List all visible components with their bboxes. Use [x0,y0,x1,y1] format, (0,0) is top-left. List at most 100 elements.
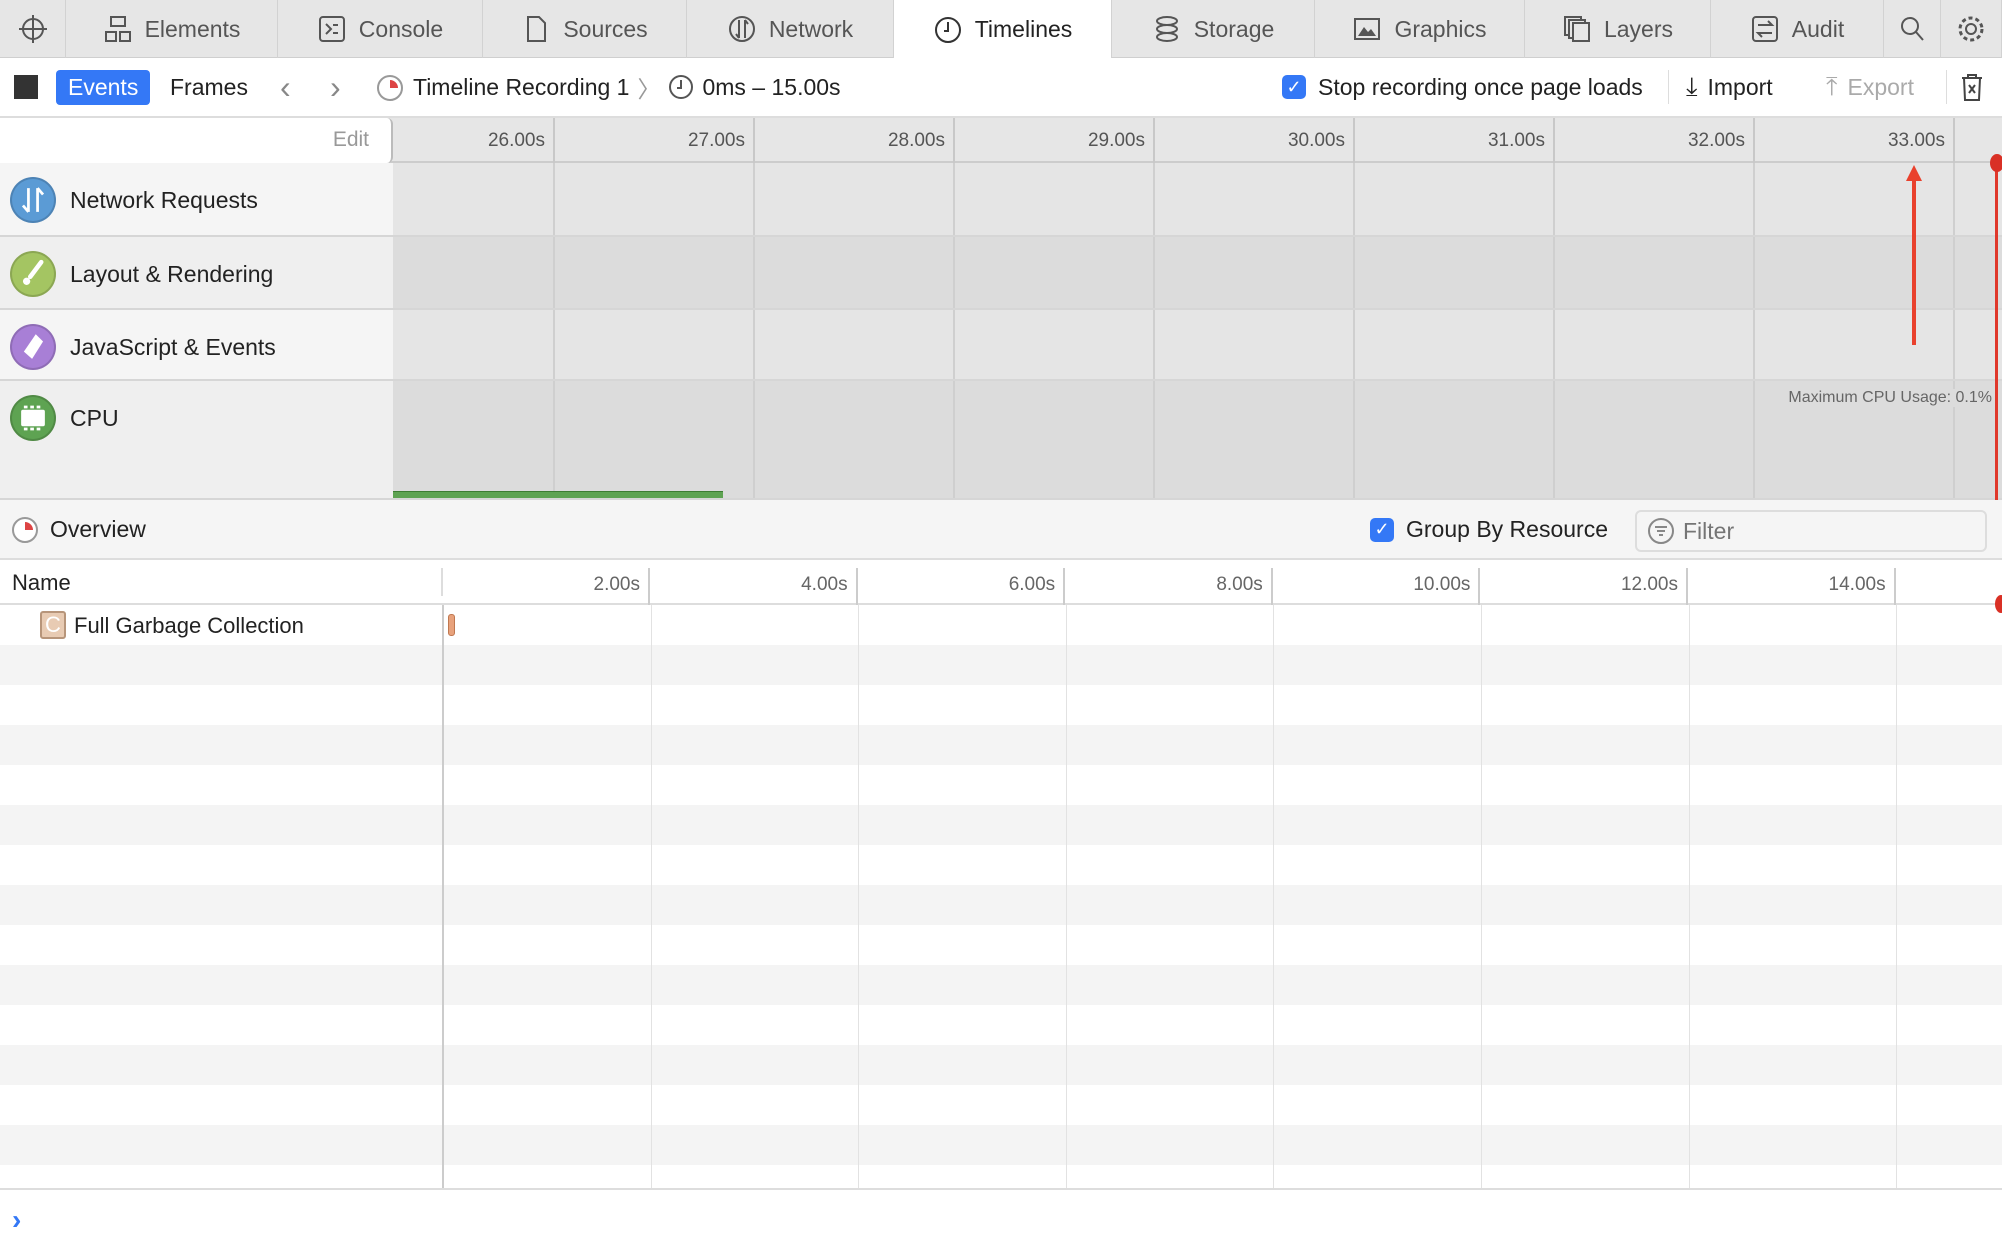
tab-label: Network [768,15,854,42]
grid-line [1481,1125,1482,1165]
name-column-header[interactable]: Name [12,570,71,596]
audit-icon [1751,16,1778,42]
tab-elements[interactable]: Elements [66,0,278,58]
tab-network[interactable]: Network [687,0,894,58]
track-area [393,163,2002,235]
marker-handle[interactable] [1990,154,2002,172]
grid-line [858,1085,860,1125]
grid-line [858,605,860,645]
tab-timelines[interactable]: Timelines [894,0,1112,59]
quick-console[interactable]: › [0,1188,2002,1250]
recording-breadcrumb[interactable]: Timeline Recording 1 〉 0ms – 15.00s [375,58,841,116]
track-label[interactable]: Layout & Rendering [0,237,393,308]
track-label[interactable]: CPU [0,381,393,498]
grid-line [1065,725,1067,765]
stop-on-load-checkbox[interactable]: ✓ Stop recording once page loads [1282,58,1643,116]
events-button[interactable]: Events [56,69,151,105]
recording-end-marker[interactable] [1995,160,1998,500]
edit-tracks-button[interactable]: Edit [0,118,393,163]
grid-line [1065,965,1067,1005]
grid-line [1353,381,1355,498]
export-icon: ⤒ [1826,71,1838,101]
import-button[interactable]: ⤓ Import [1686,58,1773,116]
grid-line [1273,605,1275,645]
tab-label: Layers [1603,15,1674,42]
ruler-tick: 27.00s [555,118,755,163]
table-row[interactable]: C Full Garbage Collection [0,605,2002,645]
table-row [0,1005,2002,1045]
grid-line [1481,845,1482,885]
tab-crosshair[interactable] [0,0,66,58]
record-bar[interactable] [448,614,456,636]
network-requests-icon [10,177,56,223]
elements-icon [104,16,131,42]
overview-item[interactable]: Overview [10,514,146,544]
chevron-left-icon: ‹ [280,68,291,105]
frames-button[interactable]: Frames [170,58,248,116]
forward-button[interactable]: › [330,58,341,116]
grid-line [1553,381,1555,498]
grid-tick: 8.00s [1066,568,1273,605]
track-network-requests[interactable]: Network Requests [0,163,2002,237]
grid-line [1753,381,1755,498]
table-row [0,725,2002,765]
grid-line [1065,1165,1067,1188]
grid-line [1481,1085,1482,1125]
grid-line [553,381,555,498]
ruler-tick: 30.00s [1155,118,1355,163]
table-header: Name 2.00s 4.00s 6.00s 8.00s 10.00s 12.00s 14.… [0,560,2002,605]
tab-bar: Elements Console Sources Network Timelines St… [0,0,2002,59]
grid-line [1953,163,1955,235]
track-layout-rendering[interactable]: Layout & Rendering [0,237,2002,310]
grid-tick: 6.00s [858,568,1066,605]
table-row [0,805,2002,845]
group-by-resource-checkbox[interactable]: ✓ Group By Resource [1370,516,1608,543]
track-cpu[interactable]: CPU Maximum CPU Usage: 0.1% [0,381,2002,500]
track-label[interactable]: JavaScript & Events [0,310,393,379]
tab-graphics[interactable]: Graphics [1315,0,1525,58]
export-button[interactable]: ⤒ Export [1826,58,1914,116]
filter-field[interactable] [1635,510,1987,552]
tab-storage[interactable]: Storage [1112,0,1315,58]
grid-line [1688,965,1690,1005]
grid-line [1896,685,1898,725]
grid-line [1481,1005,1482,1045]
grid-line [650,725,652,765]
grid-line [1481,725,1482,765]
marker-handle[interactable] [1995,595,2002,613]
import-label: Import [1707,73,1773,100]
grid-line [1353,163,1355,235]
record-name: Full Garbage Collection [74,613,304,638]
grid-line [753,310,755,379]
grid-line [650,1085,652,1125]
stop-recording-button[interactable] [14,58,38,116]
tab-layers[interactable]: Layers [1525,0,1711,58]
grid-line [1896,765,1898,805]
grid-line [650,1125,652,1165]
tab-label: Audit [1791,15,1845,42]
filter-input[interactable] [1683,517,1963,545]
track-label[interactable]: Network Requests [0,163,393,235]
stop-icon [14,75,38,99]
grid-line [1896,925,1898,965]
grid-tick: 12.00s [1481,568,1688,605]
grid-line [1481,1165,1482,1188]
table-row [0,1165,2002,1188]
tab-audit[interactable]: Audit [1711,0,1884,58]
track-javascript-events[interactable]: JavaScript & Events [0,310,2002,381]
grid-line [858,805,860,845]
tab-gear[interactable] [1941,0,2002,58]
grid-line [753,381,755,498]
clear-timeline-button[interactable] [1960,58,1984,116]
grid-line [1481,645,1482,685]
back-button[interactable]: ‹ [280,58,291,116]
tab-search[interactable] [1884,0,1941,58]
tab-console[interactable]: Console [278,0,483,58]
script-icon [10,324,56,370]
grid-line [858,645,860,685]
grid-line [1688,1085,1690,1125]
grid-line [1688,805,1690,845]
cpu-usage-bar [393,491,723,498]
grid-line [1273,1165,1275,1188]
tab-sources[interactable]: Sources [483,0,687,58]
